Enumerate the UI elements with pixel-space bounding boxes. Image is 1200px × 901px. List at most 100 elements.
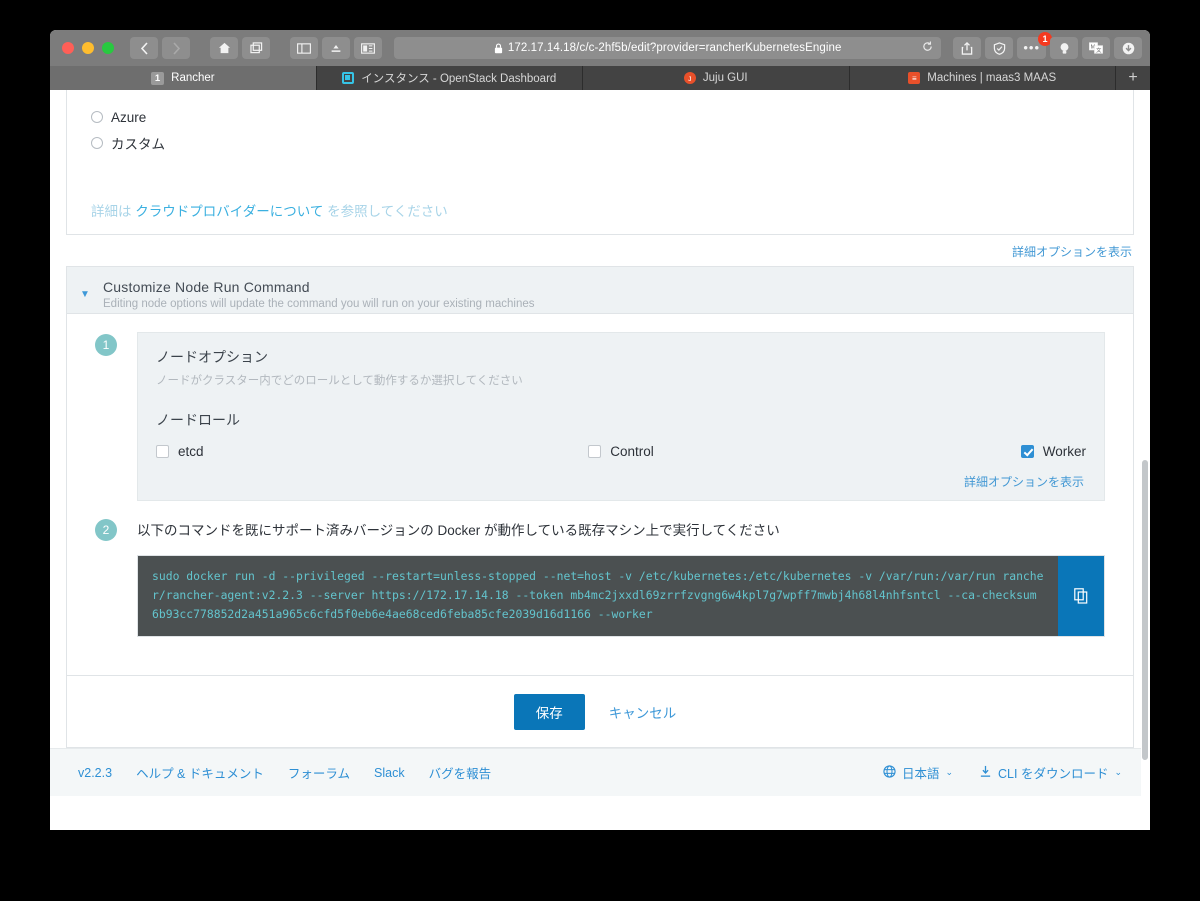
footer-link-slack[interactable]: Slack [374, 766, 405, 780]
node-options-title: ノードオプション [156, 349, 268, 365]
checkbox-role-etcd[interactable]: etcd [156, 444, 466, 459]
footer-link-file-issue[interactable]: バグを報告 [429, 763, 492, 782]
checkbox-role-control[interactable]: Control [466, 444, 776, 459]
cloud-provider-section: Azure カスタム 詳細は クラウドプロバイダーについて を参照してください [66, 90, 1134, 235]
radio-option-custom[interactable]: カスタム [67, 130, 1133, 156]
maximize-window-button[interactable] [102, 42, 114, 54]
browser-tab-rancher[interactable]: 1 Rancher [50, 66, 317, 90]
tab-title: Machines | maas3 MAAS [927, 72, 1057, 84]
node-role-label: ノードロール [156, 412, 240, 428]
view-buttons [290, 37, 382, 59]
browser-window: 172.17.14.18/c/c-2hf5b/edit?provider=ran… [50, 30, 1150, 830]
address-bar[interactable]: 172.17.14.18/c/c-2hf5b/edit?provider=ran… [394, 37, 942, 59]
cloud-provider-radio-group: Azure カスタム [67, 90, 1133, 156]
close-window-button[interactable] [62, 42, 74, 54]
radio-label: カスタム [111, 137, 165, 152]
forward-button[interactable] [162, 37, 190, 59]
checkbox-label: Worker [1042, 444, 1086, 459]
footer-right-controls: 日本語 ⌄ CLI をダウンロード ⌄ [883, 763, 1122, 782]
toolbar-action-buttons: ••• 1 M文 [953, 32, 1142, 59]
page-viewport: Azure カスタム 詳細は クラウドプロバイダーについて を参照してください … [50, 90, 1150, 830]
cloud-provider-help-text: 詳細は クラウドプロバイダーについて を参照してください [67, 156, 1133, 234]
radio-label: Azure [111, 109, 147, 125]
cancel-button[interactable]: キャンセル [599, 694, 687, 730]
juju-icon: ᴊ [683, 72, 696, 84]
tab-title: Juju GUI [702, 72, 748, 84]
browser-tab-openstack[interactable]: インスタンス - OpenStack Dashboard [316, 66, 583, 90]
radio-circle-icon [91, 111, 103, 123]
globe-icon [883, 764, 896, 781]
new-tab-button[interactable]: + [1116, 66, 1150, 90]
tab-badge-count: 1 [150, 71, 165, 85]
svg-text:文: 文 [1096, 46, 1102, 54]
lightbulb-icon[interactable] [1050, 37, 1078, 59]
browser-toolbar: 172.17.14.18/c/c-2hf5b/edit?provider=ran… [50, 30, 1150, 66]
cli-download-selector[interactable]: CLI をダウンロード ⌄ [979, 763, 1122, 782]
radio-option-azure[interactable]: Azure [67, 104, 1133, 130]
page-scrollbar[interactable] [1141, 90, 1150, 830]
navigation-buttons [130, 37, 190, 59]
scrollbar-thumb[interactable] [1142, 460, 1148, 760]
checkbox-icon[interactable] [156, 445, 169, 458]
share-icon[interactable] [953, 37, 982, 59]
node-run-command-block: sudo docker run -d --privileged --restar… [137, 555, 1105, 637]
language-label: 日本語 [901, 767, 940, 781]
openstack-icon [342, 72, 355, 84]
cli-download-label: CLI をダウンロード [998, 767, 1109, 781]
step2-body: 以下のコマンドを既にサポート済みバージョンの Docker が動作している既存マ… [137, 517, 1105, 637]
extensions-menu-icon[interactable]: ••• 1 [1017, 32, 1052, 59]
copy-icon [1074, 588, 1088, 604]
sidebar-icon[interactable] [290, 37, 318, 59]
radio-circle-icon [91, 137, 103, 149]
footer-link-forums[interactable]: フォーラム [288, 763, 350, 782]
tab-title: Rancher [171, 72, 215, 84]
step1-body: ノードオプション ノードがクラスター内でどのロールとして動作するか選択してくださ… [137, 332, 1105, 501]
page-layout-icon[interactable] [354, 37, 382, 59]
browser-tab-maas[interactable]: ≡ Machines | maas3 MAAS [849, 66, 1116, 90]
language-selector[interactable]: 日本語 ⌄ [883, 763, 953, 782]
form-action-buttons: 保存 キャンセル [66, 676, 1134, 748]
rancher-cluster-edit-page: Azure カスタム 詳細は クラウドプロバイダーについて を参照してください … [50, 90, 1150, 796]
checkbox-checked-icon[interactable] [1020, 445, 1034, 458]
show-advanced-options-link-top[interactable]: 詳細オプションを表示 [50, 235, 1150, 266]
chevron-down-icon[interactable]: ▼ [67, 279, 103, 300]
window-traffic-lights [62, 42, 114, 54]
back-button[interactable] [130, 37, 158, 59]
show-advanced-options-link-step1[interactable]: 詳細オプションを表示 [156, 465, 1086, 490]
save-button[interactable]: 保存 [513, 693, 585, 730]
step-number-badge: 1 [95, 334, 117, 356]
footer-version: v2.2.3 [78, 765, 113, 780]
help-suffix: を参照してください [327, 204, 448, 219]
node-command-steps: 1 ノードオプション ノードがクラスター内でどのロールとして動作するか選択してく… [66, 314, 1134, 676]
footer-links: v2.2.3 ヘルプ & ドキュメント フォーラム Slack バグを報告 [78, 763, 491, 782]
download-icon [979, 765, 992, 781]
browser-tab-juju[interactable]: ᴊ Juju GUI [583, 66, 850, 90]
checkbox-label: Control [610, 444, 654, 459]
step-run-command: 2 以下のコマンドを既にサポート済みバージョンの Docker が動作している既… [95, 517, 1105, 637]
footer-link-docs[interactable]: ヘルプ & ドキュメント [136, 763, 264, 782]
maas-icon: ≡ [908, 72, 921, 84]
reload-icon[interactable] [922, 39, 933, 57]
node-run-command-text[interactable]: sudo docker run -d --privileged --restar… [138, 556, 1058, 636]
downloads-icon[interactable] [1114, 37, 1142, 59]
customize-node-run-command-panel[interactable]: ▼ Customize Node Run Command Editing nod… [66, 266, 1134, 314]
checkbox-role-worker[interactable]: Worker [776, 444, 1086, 459]
home-button[interactable] [210, 37, 238, 59]
customize-panel-subtitle: Editing node options will update the com… [103, 298, 535, 310]
translate-icon[interactable]: M文 [1082, 37, 1110, 59]
browser-tab-strip: 1 Rancher インスタンス - OpenStack Dashboard ᴊ… [50, 66, 1150, 90]
reader-view-icon[interactable] [322, 37, 350, 59]
step-node-options: 1 ノードオプション ノードがクラスター内でどのロールとして動作するか選択してく… [95, 332, 1105, 501]
customize-panel-title: Customize Node Run Command [103, 279, 310, 295]
cloud-provider-doc-link[interactable]: クラウドプロバイダーについて [135, 204, 323, 219]
node-role-checkbox-group: etcd Control Worker [156, 444, 1086, 465]
chevron-down-icon: ⌄ [945, 767, 954, 777]
shield-icon[interactable] [985, 37, 1014, 59]
tab-overview-button[interactable] [242, 37, 270, 59]
minimize-window-button[interactable] [82, 42, 94, 54]
checkbox-icon[interactable] [588, 445, 602, 458]
tab-title: インスタンス - OpenStack Dashboard [361, 73, 557, 85]
customize-panel-text: Customize Node Run Command Editing node … [103, 279, 535, 310]
copy-to-clipboard-button[interactable] [1058, 556, 1104, 636]
node-options-subtitle: ノードがクラスター内でどのロールとして動作するか選択してください [156, 375, 523, 387]
